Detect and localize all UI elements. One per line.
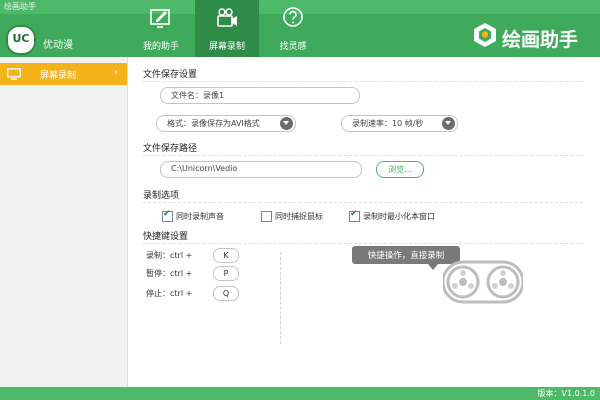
chevron-right-icon: › [114, 67, 118, 78]
checkbox-box[interactable] [349, 209, 360, 222]
hotkey-key-input[interactable]: Q [213, 286, 239, 301]
tab-inspiration[interactable]: 找灵感 [261, 0, 325, 57]
checkbox-label: 录制时最小化本窗口 [363, 212, 435, 221]
tab-my-assistant[interactable]: 我的助手 [129, 0, 193, 57]
chevron-down-icon[interactable] [442, 117, 455, 130]
main-panel: 文件保存设置 文件名：录像1 格式：录像保存为AVI格式 录制速率：10 帧/秒… [128, 57, 600, 387]
sidebar: 屏幕录制 › [0, 57, 128, 387]
tab-label: 找灵感 [279, 42, 307, 52]
divider [143, 155, 583, 156]
tab-label: 屏幕录制 [208, 42, 245, 52]
section-title-save-path: 文件保存路径 [143, 144, 198, 154]
rate-value: 10 帧/秒 [392, 119, 424, 128]
brand-text: 绘画助手 [502, 29, 579, 51]
filename-field[interactable]: 文件名：录像1 [160, 87, 360, 104]
save-path-value: C:\Unicorn\Vedio [171, 164, 238, 173]
checkbox-label: 同时录制声音 [176, 212, 224, 221]
hotkey-divider [280, 252, 281, 344]
palette-icon [150, 9, 170, 28]
divider [143, 202, 583, 203]
chevron-down-icon[interactable] [280, 117, 293, 130]
question-icon [283, 7, 303, 27]
format-text: 格式：录像保存为AVI格式 [167, 118, 260, 129]
window-title: 绘画助手 [4, 2, 36, 11]
sidebar-item-screen-record[interactable]: 屏幕录制 › [0, 63, 127, 85]
filename-text: 文件名：录像1 [171, 90, 224, 101]
user-name: 优动漫 [43, 40, 73, 51]
hotkey-key-input[interactable]: P [213, 266, 239, 281]
section-title-options: 录制选项 [143, 191, 180, 201]
film-reel-icon [443, 260, 523, 304]
format-select[interactable]: 格式：录像保存为AVI格式 [156, 115, 296, 132]
checkbox-box[interactable] [261, 211, 272, 222]
rate-label: 录制速率： [352, 119, 392, 128]
rate-select[interactable]: 录制速率：10 帧/秒 [341, 115, 458, 132]
save-path-field[interactable]: C:\Unicorn\Vedio [160, 161, 362, 178]
video-camera-icon [217, 8, 237, 27]
rate-text: 录制速率：10 帧/秒 [352, 118, 423, 129]
checkbox-label: 同时捕捉鼠标 [275, 212, 323, 221]
checkbox-box[interactable] [162, 209, 173, 222]
user-avatar[interactable]: UC [6, 25, 36, 55]
version-text: 版本：V1.0.1.0 [537, 389, 595, 398]
monitor-icon [7, 68, 21, 80]
status-bar: 版本：V1.0.1.0 [0, 387, 600, 400]
hotkey-label: 暂停：ctrl + [146, 269, 193, 278]
section-title-hotkeys: 快捷键设置 [143, 232, 189, 242]
filename-label: 文件名： [171, 91, 203, 100]
browse-button[interactable]: 浏览... [376, 161, 424, 178]
hotkey-label: 停止：ctrl + [146, 289, 193, 298]
sidebar-item-label: 屏幕录制 [40, 71, 77, 81]
filename-value: 录像1 [203, 91, 225, 100]
divider [143, 243, 583, 244]
brand-pencil-icon [474, 23, 496, 47]
tab-screen-record[interactable]: 屏幕录制 [195, 0, 259, 57]
tab-label: 我的助手 [142, 42, 179, 52]
format-value: 录像保存为AVI格式 [191, 119, 260, 128]
browse-label: 浏览... [388, 165, 412, 174]
divider [143, 81, 583, 82]
section-title-file-save: 文件保存设置 [143, 70, 198, 80]
logo-text: UC [12, 32, 30, 45]
format-label: 格式： [167, 119, 191, 128]
hotkey-key-input[interactable]: K [213, 248, 239, 263]
hotkey-label: 录制：ctrl + [146, 251, 193, 260]
